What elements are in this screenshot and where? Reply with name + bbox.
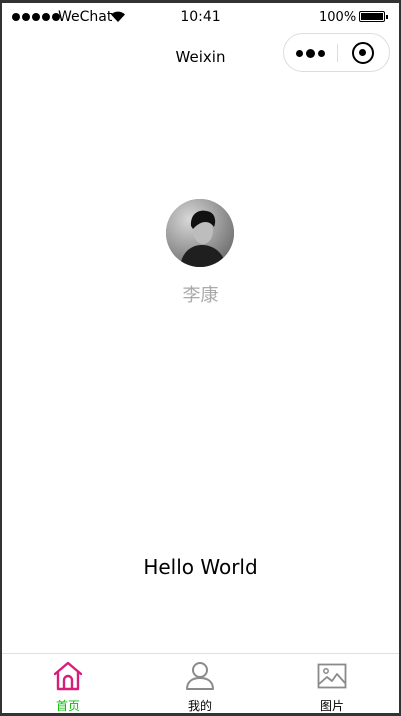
tab-images[interactable]: 图片 — [266, 654, 398, 714]
avatar-photo — [166, 199, 234, 267]
miniprogram-capsule — [283, 33, 390, 72]
tab-mine-label: 我的 — [187, 699, 212, 713]
user-nickname: 李康 — [182, 285, 219, 306]
hello-text: Hello World — [143, 555, 258, 579]
tab-mine[interactable]: 我的 — [134, 654, 266, 714]
capsule-divider — [337, 44, 338, 62]
home-icon — [53, 661, 83, 691]
image-icon — [317, 663, 347, 689]
device-frame-top — [0, 0, 401, 3]
battery-percent: 100% — [319, 10, 357, 25]
tab-bar: 首页 我的 图片 — [2, 653, 399, 714]
more-menu-button[interactable] — [296, 49, 325, 58]
battery-icon — [359, 11, 388, 22]
close-miniprogram-button[interactable] — [352, 42, 374, 64]
tab-images-label: 图片 — [319, 699, 344, 713]
device-frame-left — [0, 0, 2, 716]
tab-home[interactable]: 首页 — [2, 654, 134, 714]
avatar[interactable] — [166, 199, 234, 267]
user-icon — [186, 662, 214, 690]
status-bar: WeChat 10:41 100% — [0, 4, 401, 30]
tab-home-label: 首页 — [55, 699, 80, 713]
